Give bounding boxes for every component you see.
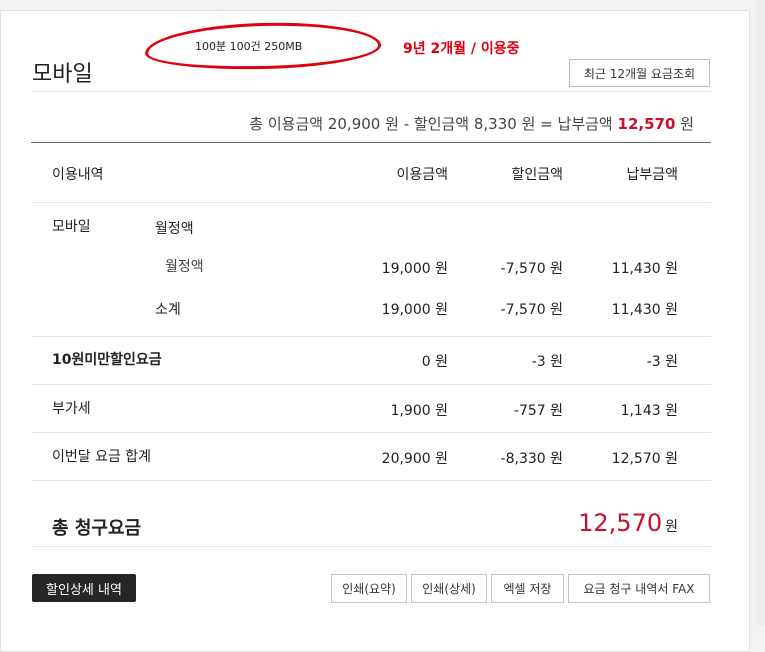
table-top-border — [31, 142, 711, 143]
divider — [31, 432, 711, 433]
subtotal-discount-amount: -7,570 원 — [500, 302, 563, 318]
discount-value: 8,330 원 — [473, 115, 536, 133]
header-discount-amount: 할인금액 — [511, 167, 563, 183]
row-pay-amount: -3 원 — [646, 354, 678, 370]
row-pay-amount: 12,570 원 — [611, 451, 678, 467]
subtotal-usage-amount: 19,000 원 — [381, 302, 448, 318]
item-pay-amount: 11,430 원 — [611, 261, 678, 277]
excel-save-button[interactable]: 엑셀 저장 — [491, 574, 564, 603]
recent-12-months-button[interactable]: 최근 12개월 요금조회 — [569, 59, 710, 87]
item-discount-amount: -7,570 원 — [500, 261, 563, 277]
pay-unit: 원 — [680, 115, 694, 133]
item-monthly-label: 월정액 — [165, 259, 204, 275]
row-label-rounding-discount: 10원미만할인요금 — [52, 352, 162, 368]
print-detail-button[interactable]: 인쇄(상세) — [411, 574, 487, 603]
header-usage-details: 이용내역 — [52, 167, 104, 183]
header-pay-amount: 납부금액 — [626, 167, 678, 183]
equals-sign: = — [540, 115, 553, 133]
header-usage-amount: 이용금액 — [396, 167, 448, 183]
scrollbar[interactable] — [756, 0, 765, 625]
row-discount-amount: -8,330 원 — [500, 451, 563, 467]
total-bill-amount: 12,570 — [578, 509, 663, 537]
divider — [31, 336, 711, 337]
total-bill-label: 총 청구요금 — [52, 518, 142, 539]
discount-label: 할인금액 — [413, 115, 470, 133]
usage-label: 총 이용금액 — [249, 115, 324, 133]
row-discount-amount: -757 원 — [513, 403, 563, 419]
divider — [31, 384, 711, 385]
row-label-month-total: 이번달 요금 합계 — [52, 449, 152, 465]
print-summary-button[interactable]: 인쇄(요약) — [331, 574, 407, 603]
page-title: 모바일 — [32, 62, 93, 87]
divider — [31, 91, 711, 92]
subgroup-monthly-label: 월정액 — [155, 221, 194, 237]
total-bill-value: 12,570 원 — [578, 509, 678, 537]
discount-detail-button[interactable]: 할인상세 내역 — [32, 574, 136, 602]
usage-value: 20,900 원 — [327, 115, 399, 133]
group-mobile-label: 모바일 — [52, 219, 91, 235]
subtotal-label: 소계 — [155, 302, 181, 318]
minus-sign: - — [403, 115, 410, 133]
pay-label: 납부금액 — [557, 115, 613, 133]
row-pay-amount: 1,143 원 — [620, 403, 678, 419]
row-usage-amount: 20,900 원 — [381, 451, 448, 467]
billing-card: 모바일 100분 100건 250MB 9년 2개월 / 이용중 최근 12개월… — [0, 10, 750, 652]
total-bill-unit: 원 — [665, 519, 678, 535]
fax-button[interactable]: 요금 청구 내역서 FAX — [568, 574, 710, 603]
divider — [31, 202, 711, 203]
subtotal-pay-amount: 11,430 원 — [611, 302, 678, 318]
divider — [31, 546, 711, 547]
annotation-usage-note: 9년 2개월 / 이용중 — [403, 41, 520, 57]
scrollbar-thumb[interactable] — [757, 0, 764, 625]
pay-value: 12,570 — [617, 115, 676, 133]
divider — [31, 480, 711, 481]
item-usage-amount: 19,000 원 — [381, 261, 448, 277]
row-discount-amount: -3 원 — [531, 354, 563, 370]
row-usage-amount: 0 원 — [421, 354, 448, 370]
row-label-vat: 부가세 — [52, 401, 91, 417]
summary-line: 총 이용금액 20,900 원 - 할인금액 8,330 원 = 납부금액 12… — [249, 113, 694, 134]
row-usage-amount: 1,900 원 — [390, 403, 448, 419]
annotation-plan-text: 100분 100건 250MB — [195, 40, 303, 53]
